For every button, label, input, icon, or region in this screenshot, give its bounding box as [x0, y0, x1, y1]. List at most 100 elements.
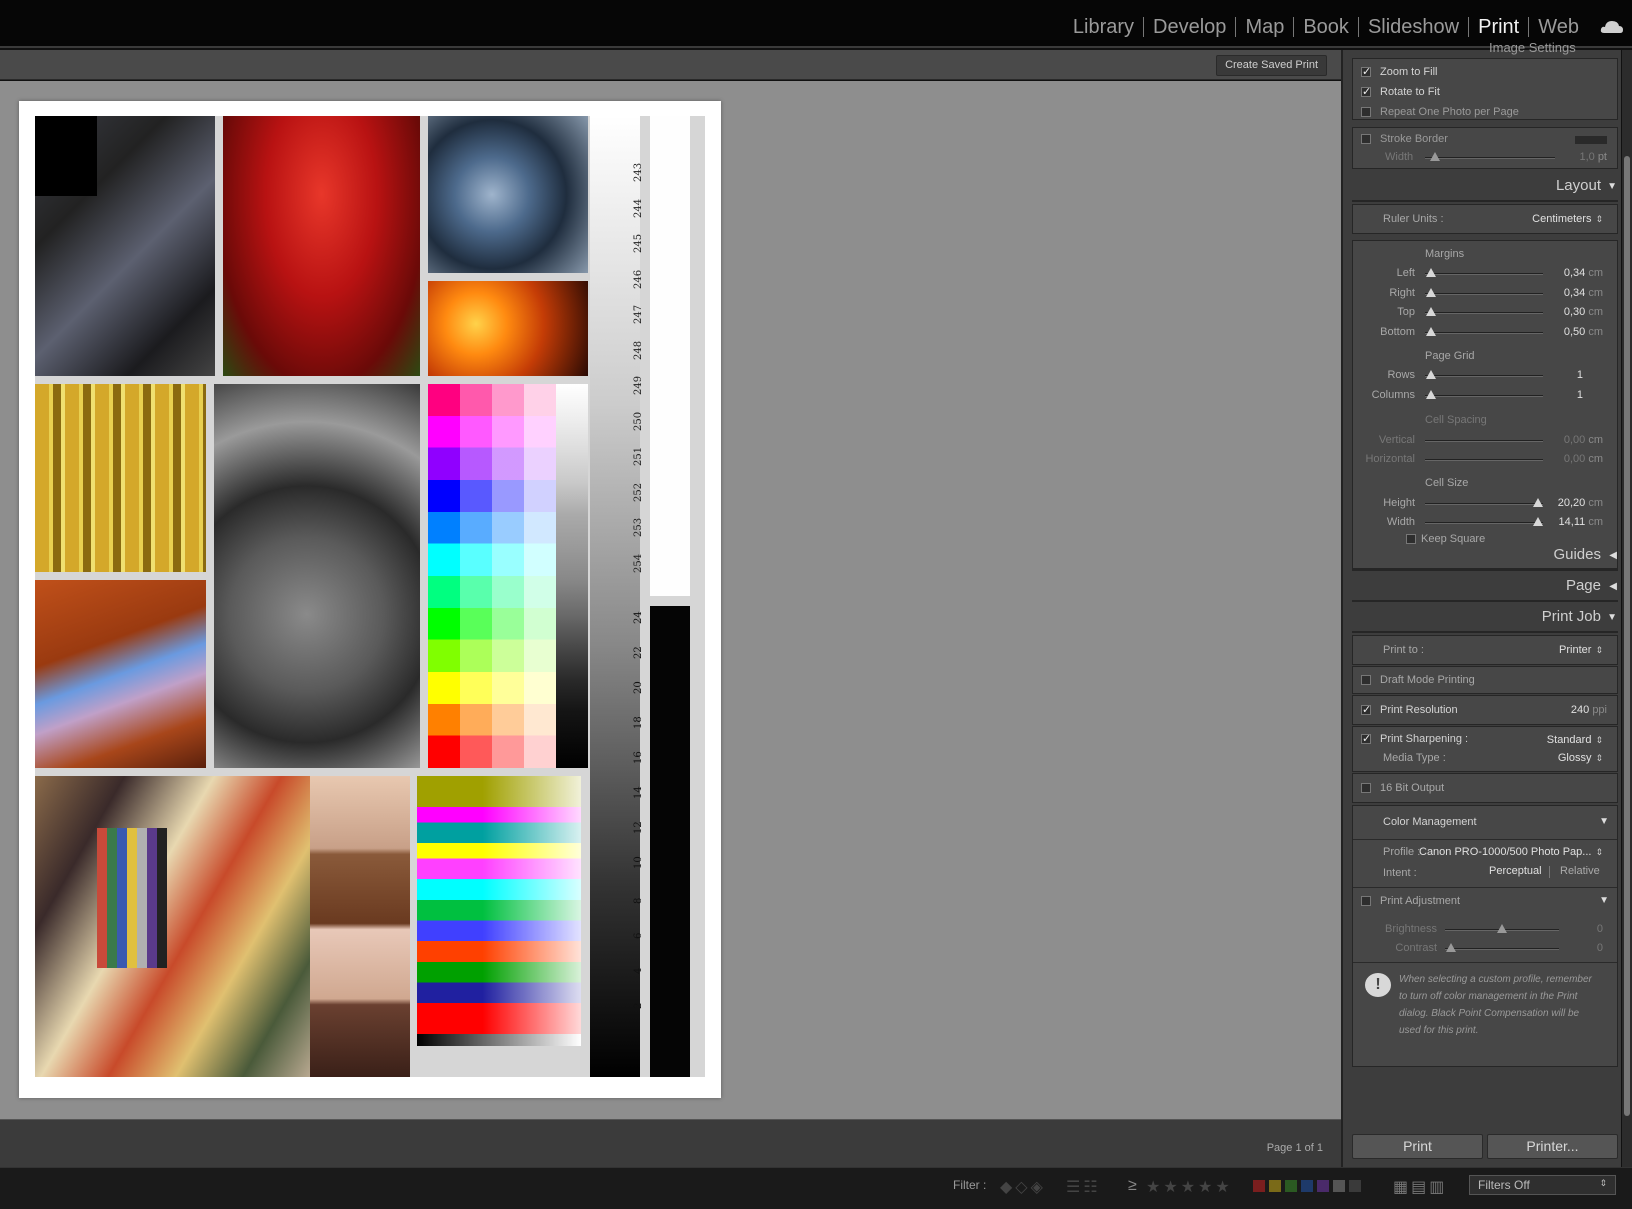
rating-stars-icon[interactable]: ★★★★★	[1146, 1177, 1233, 1197]
margin-slider[interactable]	[1425, 292, 1543, 295]
module-develop[interactable]: Develop	[1144, 14, 1235, 40]
vertical-spacing-value[interactable]: 0,00 cm	[1549, 434, 1603, 446]
margin-value[interactable]: 0,34 cm	[1549, 287, 1603, 299]
print-job-section-header[interactable]: Print Job	[1542, 608, 1601, 625]
module-web[interactable]: Web	[1529, 14, 1588, 40]
step-number: 20	[633, 681, 644, 694]
layout-section-header[interactable]: Layout	[1556, 177, 1601, 194]
expand-triangle-icon[interactable]: ◀	[1609, 550, 1617, 561]
module-book[interactable]: Book	[1294, 14, 1358, 40]
collapse-triangle-icon[interactable]: ▼	[1607, 181, 1617, 192]
module-library[interactable]: Library	[1064, 14, 1143, 40]
margin-slider-thumb[interactable]	[1426, 307, 1436, 316]
margin-slider-thumb[interactable]	[1426, 268, 1436, 277]
brightness-slider-thumb[interactable]	[1497, 924, 1507, 933]
margin-label: Bottom	[1380, 325, 1415, 338]
rows-value[interactable]: 1	[1553, 369, 1583, 381]
stroke-border-checkbox[interactable]	[1361, 134, 1371, 144]
keep-square-checkbox[interactable]	[1406, 534, 1416, 544]
columns-slider-thumb[interactable]	[1426, 390, 1436, 399]
cell-width-slider-thumb[interactable]	[1533, 517, 1543, 526]
color-management-title[interactable]: Color Management	[1383, 816, 1477, 828]
brightness-value[interactable]: 0	[1573, 923, 1603, 935]
color-label-swatch[interactable]	[1269, 1180, 1281, 1192]
cell-width-slider[interactable]	[1425, 522, 1543, 524]
margin-unit: cm	[1588, 286, 1603, 299]
guides-section-header[interactable]: Guides	[1553, 546, 1601, 563]
cell-height-slider[interactable]	[1425, 503, 1543, 505]
tile-ramps-fade	[417, 776, 581, 1034]
color-label-swatch[interactable]	[1349, 1180, 1361, 1192]
contrast-slider[interactable]	[1445, 948, 1559, 950]
cell-width-unit: cm	[1588, 516, 1603, 528]
divider	[1353, 839, 1617, 840]
flag-filter-icons[interactable]: ◆◇◈	[1000, 1177, 1046, 1197]
print-sharpening-checkbox[interactable]	[1361, 732, 1371, 745]
print-adjustment-checkbox[interactable]	[1361, 896, 1371, 906]
expand-triangle-icon[interactable]: ◀	[1609, 581, 1617, 592]
color-label-swatch[interactable]	[1317, 1180, 1329, 1192]
intent-relative-option[interactable]: Relative	[1560, 865, 1600, 877]
stroke-color-swatch[interactable]	[1575, 136, 1607, 144]
repeat-one-photo-checkbox[interactable]	[1361, 107, 1371, 117]
module-map[interactable]: Map	[1236, 14, 1293, 40]
color-label-swatch[interactable]	[1301, 1180, 1313, 1192]
panel-scrollbar-thumb[interactable]	[1624, 156, 1630, 1116]
columns-slider[interactable]	[1425, 395, 1543, 397]
ruler-units-dropdown[interactable]: Centimeters ⇕	[1532, 213, 1603, 225]
intent-perceptual-option[interactable]: Perceptual	[1489, 865, 1542, 877]
print-resolution-value[interactable]: 240 ppi	[1571, 704, 1607, 716]
media-type-dropdown[interactable]: Glossy ⇕	[1558, 752, 1603, 764]
print-sharpening-dropdown[interactable]: Standard ⇕	[1547, 734, 1603, 746]
create-saved-print-button[interactable]: Create Saved Print	[1216, 55, 1327, 76]
margin-slider[interactable]	[1425, 312, 1543, 314]
margin-value[interactable]: 0,34 cm	[1549, 267, 1603, 279]
rotate-to-fit-checkbox[interactable]	[1361, 85, 1371, 98]
collapse-triangle-icon[interactable]: ▼	[1599, 895, 1609, 906]
bit16-output-checkbox[interactable]	[1361, 783, 1371, 793]
page-section-header[interactable]: Page	[1566, 577, 1601, 594]
view-mode-icons[interactable]: ▦▤▥	[1393, 1177, 1447, 1197]
vertical-spacing-slider[interactable]	[1425, 440, 1543, 442]
cell-height-value[interactable]: 20,20 cm	[1549, 497, 1603, 509]
rating-operator[interactable]: ≥	[1128, 1177, 1140, 1195]
module-slideshow[interactable]: Slideshow	[1359, 14, 1468, 40]
image-settings-title[interactable]: Image Settings	[1489, 40, 1576, 55]
profile-dropdown[interactable]: Canon PRO-1000/500 Photo Pap... ⇕	[1419, 846, 1603, 858]
edit-filter-icons[interactable]: ☰☷	[1066, 1177, 1101, 1197]
module-print[interactable]: Print	[1469, 14, 1528, 40]
cell-width-value[interactable]: 14,11 cm	[1549, 516, 1603, 528]
print-target-image[interactable]: 243 244 245 246 247 248 249 250 251 252 253 254 24 2…	[35, 116, 705, 1077]
collapse-triangle-icon[interactable]: ▼	[1607, 612, 1617, 623]
horizontal-spacing-value[interactable]: 0,00 cm	[1549, 453, 1603, 465]
panel-scrollbar[interactable]	[1622, 50, 1632, 1167]
margin-value[interactable]: 0,50 cm	[1549, 326, 1603, 338]
rows-slider-thumb[interactable]	[1426, 370, 1436, 379]
contrast-value[interactable]: 0	[1573, 942, 1603, 954]
filters-dropdown[interactable]: Filters Off ⇕	[1469, 1175, 1616, 1195]
cell-height-number: 20,20	[1557, 497, 1586, 509]
margin-value[interactable]: 0,30 cm	[1549, 306, 1603, 318]
print-to-dropdown[interactable]: Printer ⇕	[1559, 644, 1603, 656]
horizontal-spacing-slider[interactable]	[1425, 459, 1543, 461]
color-label-swatch[interactable]	[1285, 1180, 1297, 1192]
color-label-swatch[interactable]	[1253, 1180, 1265, 1192]
draft-mode-checkbox[interactable]	[1361, 675, 1371, 685]
zoom-to-fill-checkbox[interactable]	[1361, 65, 1371, 78]
print-button[interactable]: Print	[1352, 1134, 1483, 1159]
contrast-slider-thumb[interactable]	[1446, 943, 1456, 952]
margin-slider[interactable]	[1425, 273, 1543, 275]
cloud-icon[interactable]	[1600, 20, 1624, 34]
color-label-swatch[interactable]	[1333, 1180, 1345, 1192]
margin-slider-thumb[interactable]	[1426, 326, 1436, 336]
print-resolution-checkbox[interactable]	[1361, 703, 1371, 716]
printer-button[interactable]: Printer...	[1487, 1134, 1618, 1159]
columns-value[interactable]: 1	[1553, 389, 1583, 401]
stroke-width-slider-thumb[interactable]	[1430, 152, 1440, 161]
stroke-width-slider[interactable]	[1425, 157, 1555, 159]
margin-slider-thumb[interactable]	[1426, 287, 1436, 297]
collapse-triangle-icon[interactable]: ▼	[1599, 816, 1609, 827]
margin-slider[interactable]	[1425, 331, 1543, 334]
cell-height-slider-thumb[interactable]	[1533, 498, 1543, 507]
rows-slider[interactable]	[1425, 375, 1543, 377]
